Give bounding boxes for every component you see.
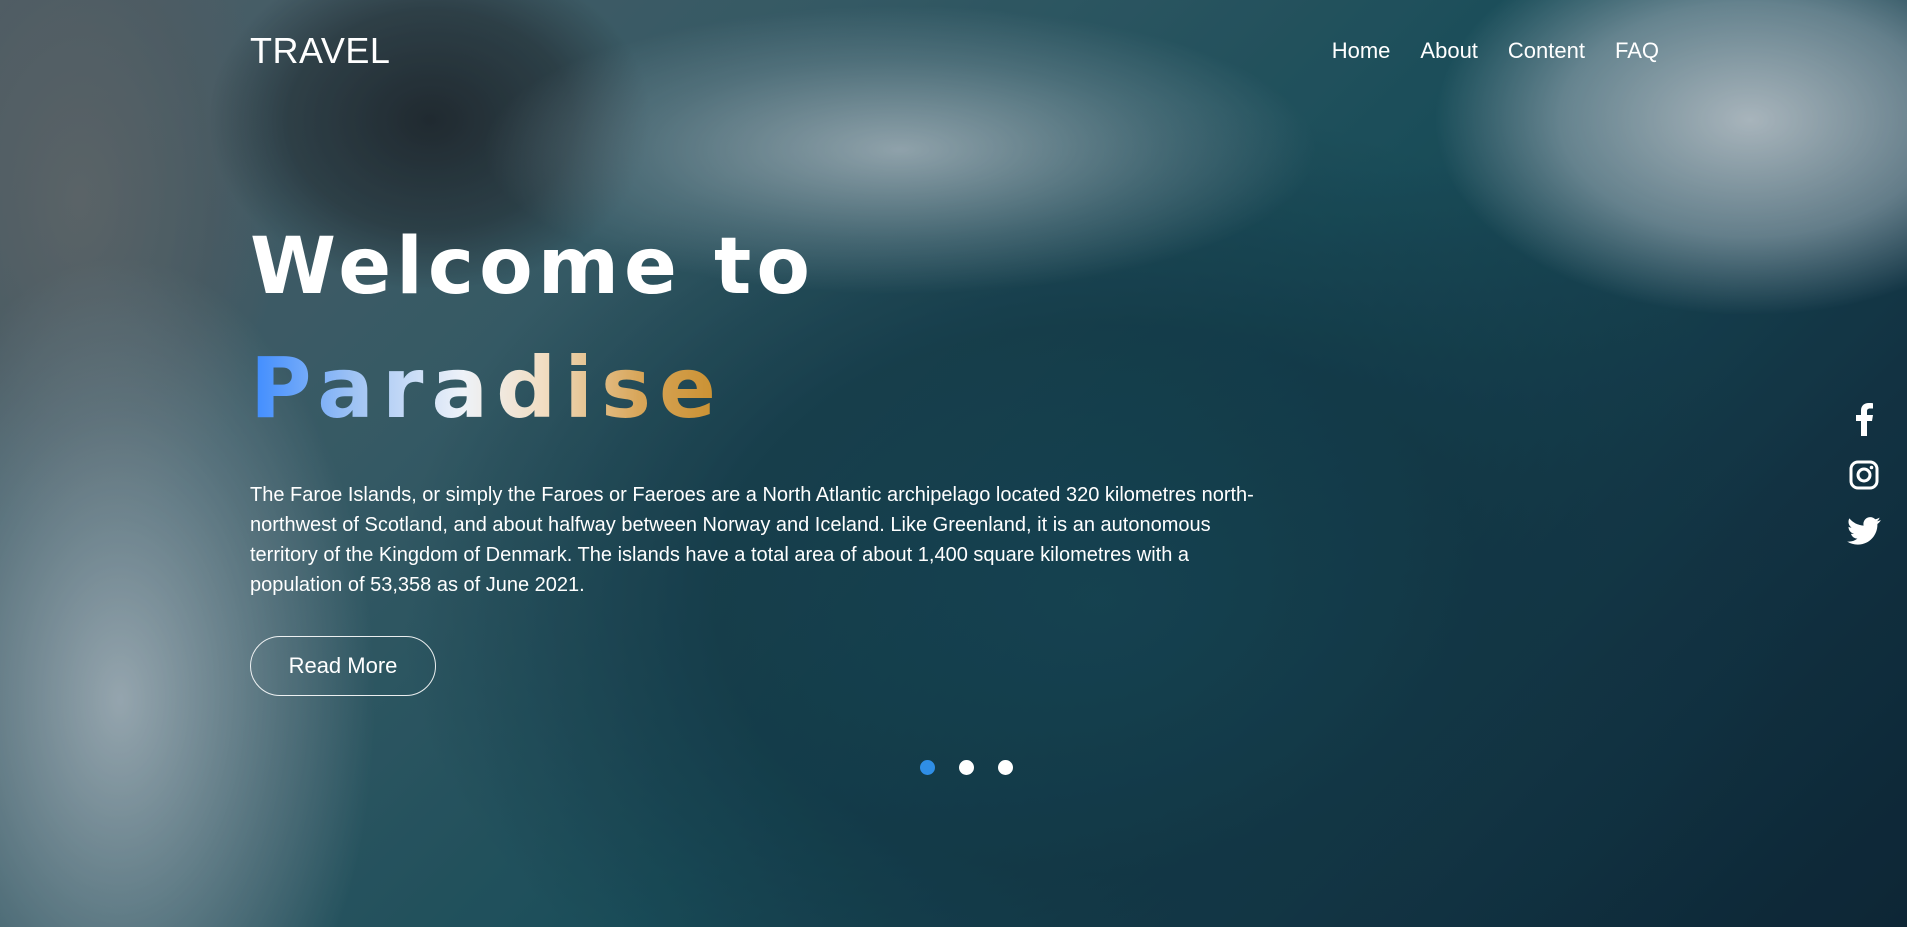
hero-content: TRAVEL Home About Content FAQ Welcome to… <box>0 0 1907 927</box>
twitter-icon[interactable] <box>1847 514 1881 548</box>
social-links <box>1847 402 1881 548</box>
hero-description: The Faroe Islands, or simply the Faroes … <box>250 484 1254 596</box>
facebook-icon[interactable] <box>1847 402 1881 436</box>
hero-headline: Welcome to <box>250 222 815 312</box>
read-more-button[interactable]: Read More <box>250 636 436 696</box>
nav-content[interactable]: Content <box>1508 38 1585 64</box>
hero-section: TRAVEL Home About Content FAQ Welcome to… <box>0 0 1907 927</box>
hero-subheadline: Paradise <box>250 339 724 437</box>
instagram-icon[interactable] <box>1847 458 1881 492</box>
slider-dot-1[interactable] <box>920 760 935 775</box>
nav-home[interactable]: Home <box>1332 38 1391 64</box>
nav-faq[interactable]: FAQ <box>1615 38 1659 64</box>
nav-about[interactable]: About <box>1420 38 1478 64</box>
slider-dot-3[interactable] <box>998 760 1013 775</box>
slider-dot-2[interactable] <box>959 760 974 775</box>
slider-dots <box>920 760 1013 775</box>
logo[interactable]: TRAVEL <box>250 30 390 72</box>
main-nav: Home About Content FAQ <box>1332 38 1659 64</box>
